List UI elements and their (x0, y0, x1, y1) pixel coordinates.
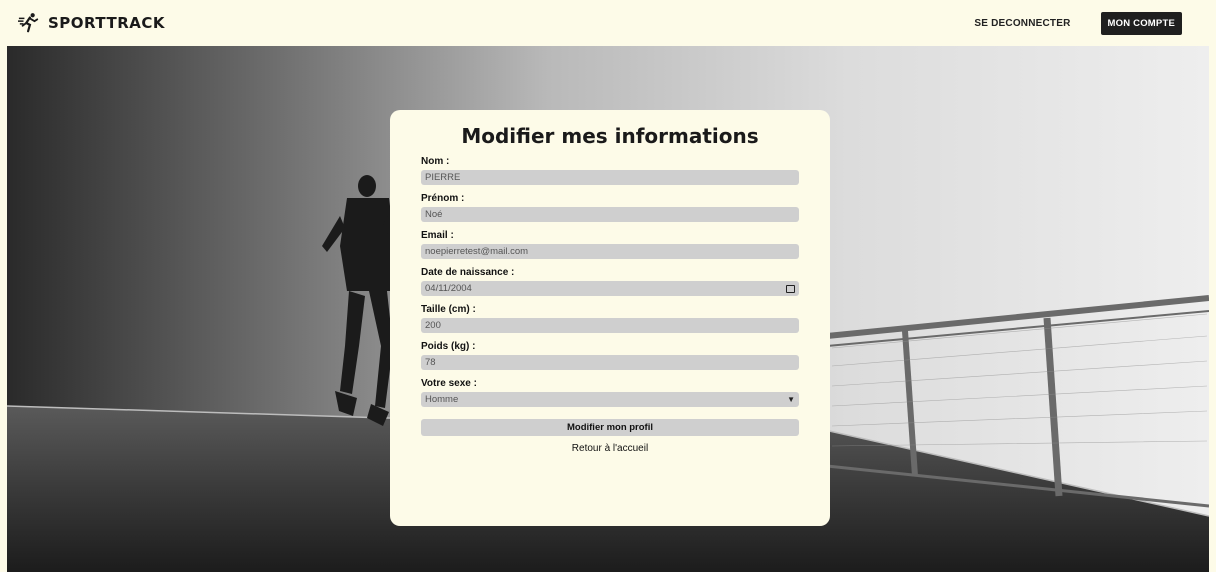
runner-icon (18, 13, 39, 33)
field-email: Email : noepierretest@mail.com (421, 230, 799, 259)
sexe-value: Homme (425, 394, 459, 405)
brand-name: SPORTTRACK (48, 14, 166, 32)
field-poids: Poids (kg) : 78 (421, 341, 799, 370)
sexe-select[interactable]: Homme ▼ (421, 392, 799, 407)
poids-input[interactable]: 78 (421, 355, 799, 370)
prenom-value: Noé (425, 209, 443, 220)
brand[interactable]: SPORTTRACK (18, 12, 165, 34)
calendar-icon[interactable] (786, 284, 795, 293)
birthdate-label: Date de naissance : (421, 267, 515, 278)
poids-label: Poids (kg) : (421, 341, 476, 352)
back-home-link[interactable]: Retour à l'accueil (421, 443, 799, 454)
taille-value: 200 (425, 320, 441, 331)
email-input[interactable]: noepierretest@mail.com (421, 244, 799, 259)
field-prenom: Prénom : Noé (421, 193, 799, 222)
field-taille: Taille (cm) : 200 (421, 304, 799, 333)
email-label: Email : (421, 230, 454, 241)
field-sexe: Votre sexe : Homme ▼ (421, 378, 799, 407)
taille-label: Taille (cm) : (421, 304, 476, 315)
birthdate-input[interactable]: 04/11/2004 (421, 281, 799, 296)
email-value: noepierretest@mail.com (425, 246, 529, 257)
prenom-input[interactable]: Noé (421, 207, 799, 222)
header-nav: SE DECONNECTER MON COMPTE (974, 11, 1182, 35)
nom-value: PIERRE (425, 172, 461, 183)
runner-silhouette (322, 175, 399, 426)
field-nom: Nom : PIERRE (421, 156, 799, 185)
top-navbar: SPORTTRACK SE DECONNECTER MON COMPTE (0, 0, 1216, 46)
logout-link[interactable]: SE DECONNECTER (974, 18, 1070, 29)
birthdate-value: 04/11/2004 (425, 283, 472, 294)
field-birthdate: Date de naissance : 04/11/2004 (421, 267, 799, 296)
nom-input[interactable]: PIERRE (421, 170, 799, 185)
my-account-button[interactable]: MON COMPTE (1100, 11, 1182, 35)
sexe-label: Votre sexe : (421, 378, 477, 389)
form-title: Modifier mes informations (461, 124, 759, 148)
nom-label: Nom : (421, 156, 450, 167)
taille-input[interactable]: 200 (421, 318, 799, 333)
chevron-down-icon: ▼ (787, 395, 795, 404)
submit-profile-button[interactable]: Modifier mon profil (421, 419, 799, 436)
prenom-label: Prénom : (421, 193, 465, 204)
edit-profile-card: Modifier mes informations Nom : PIERRE P… (390, 110, 830, 526)
poids-value: 78 (425, 357, 436, 368)
